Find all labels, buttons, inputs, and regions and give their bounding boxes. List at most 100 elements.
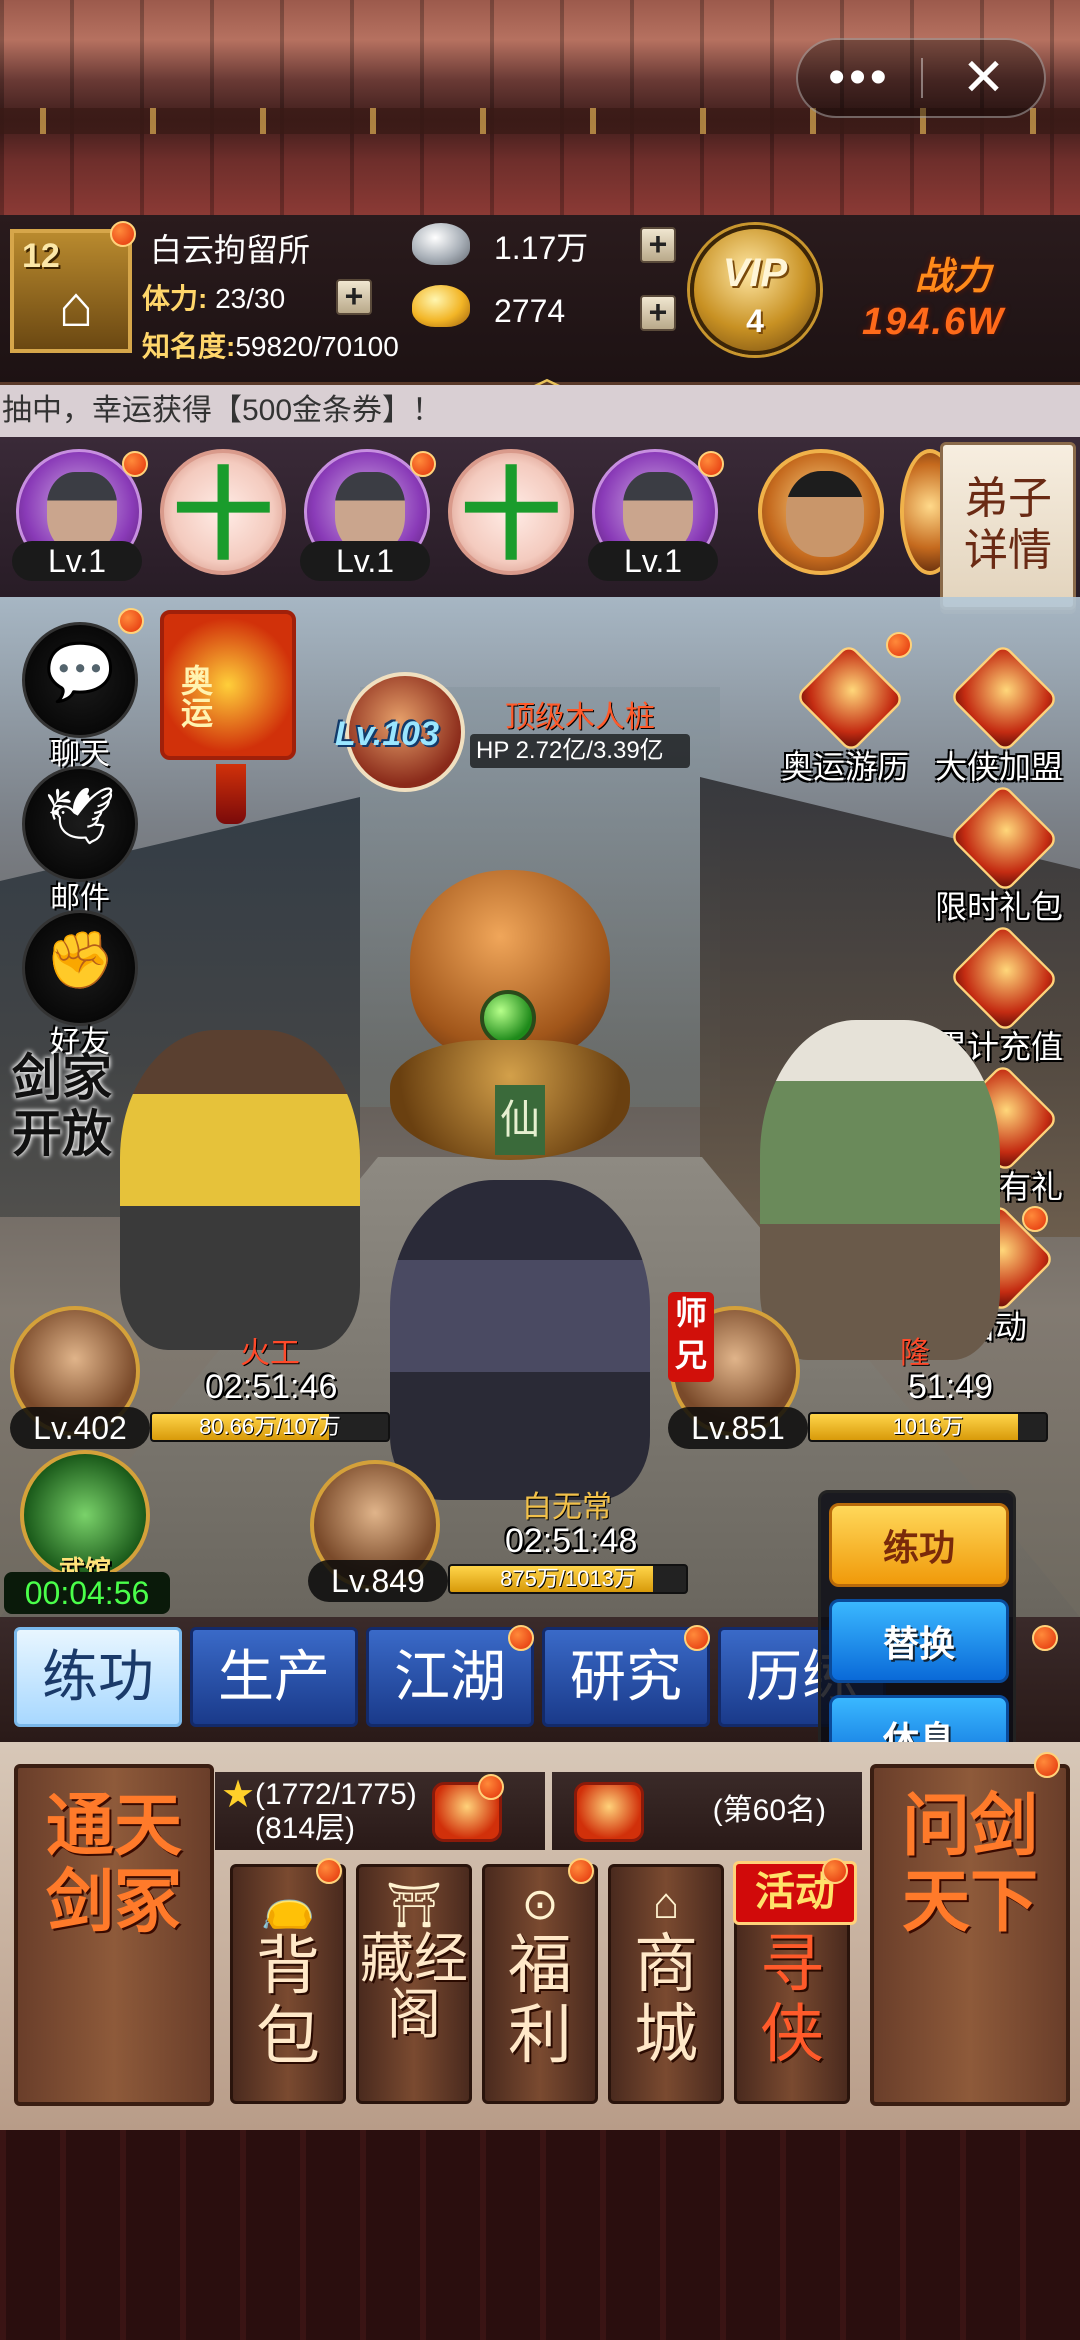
unit-hp-bar-2: 875万/1013万: [448, 1564, 688, 1594]
treasure-icon: [948, 922, 1060, 1034]
tassel-decoration: [216, 764, 246, 824]
disciple-slot-4[interactable]: [758, 449, 884, 575]
fighter-left[interactable]: [120, 1030, 360, 1350]
arena-rank-text: (第60名): [712, 1794, 826, 1827]
disciple-level-2: Lv.1: [300, 541, 430, 581]
dojo-button[interactable]: 武馆: [20, 1450, 150, 1585]
player-level: 12: [22, 237, 60, 275]
add-disciple-slot-2[interactable]: 十: [448, 449, 574, 575]
fighter-center[interactable]: [390, 1180, 650, 1500]
pavilion-icon: ⛩: [386, 1881, 442, 1930]
olympic-event-button[interactable]: 奥运: [160, 610, 296, 824]
unit-timer-2: 02:51:48: [505, 1522, 638, 1560]
unit-hp-text-1: 80.66万/107万: [199, 1414, 341, 1439]
hero-join-button[interactable]: 大侠加盟: [914, 642, 1080, 785]
unit-name-1: 火工: [240, 1337, 300, 1370]
stamina-label: 体力:: [142, 283, 208, 314]
chat-icon: 💬: [45, 640, 115, 703]
notification-dot: [1034, 1752, 1060, 1778]
toad-gem: [480, 990, 536, 1046]
add-stamina-button[interactable]: +: [336, 279, 372, 315]
scripture-pavilion-button[interactable]: ⛩ 藏经阁: [356, 1864, 472, 2104]
chat-button[interactable]: 💬 聊天: [22, 622, 138, 771]
more-button[interactable]: •••: [798, 43, 921, 113]
player-header: 12 ⌂ 白云拘留所 体力: 23/30 + 知名度:59820/70100 1…: [0, 215, 1080, 404]
olympic-travel-button[interactable]: 奥运游历: [760, 642, 930, 785]
unit-hp-bar-3: 1016万: [808, 1412, 1048, 1442]
disciple-portrait: [786, 471, 864, 557]
train-button[interactable]: 练功: [829, 1503, 1009, 1587]
tab-training[interactable]: 练功: [14, 1627, 182, 1727]
notification-dot: [698, 451, 724, 477]
power-label: 战力: [915, 256, 992, 298]
unit-hp-text-2: 875万/1013万: [500, 1566, 636, 1591]
add-gold-button[interactable]: +: [640, 295, 676, 331]
announcement-marquee: 抽中，幸运获得【500金条券】！: [0, 385, 1080, 437]
friends-button[interactable]: ✊ 好友: [22, 910, 138, 1059]
golden-toad: 仙: [390, 870, 630, 1170]
unit-timer-1: 02:51:46: [205, 1368, 338, 1406]
unit-timer-3: 51:49: [908, 1368, 994, 1406]
seek-hero-button[interactable]: 活动 · 寻侠: [733, 1861, 857, 2104]
unit-level-3: Lv.851: [668, 1407, 808, 1449]
welfare-label: 福利: [508, 1929, 572, 2071]
gift-icon[interactable]: [574, 1782, 644, 1842]
notification-dot: [118, 608, 144, 634]
senior-brother-tag: 师兄: [668, 1292, 714, 1382]
house-icon: ⌂: [58, 274, 94, 339]
player-avatar[interactable]: 12 ⌂: [10, 221, 136, 353]
unit-hp-text-3: 1016万: [892, 1414, 964, 1439]
limited-gift-button[interactable]: 限时礼包: [914, 782, 1080, 925]
seek-hero-label: 寻侠: [760, 1928, 824, 2070]
gold-amount: 2774: [494, 293, 566, 329]
notification-dot: [122, 451, 148, 477]
add-silver-button[interactable]: +: [640, 227, 676, 263]
disciple-strip: Lv.1 十 Lv.1 十 Lv.1: [0, 437, 1080, 597]
fist-icon: ✊: [45, 928, 115, 991]
vip-badge[interactable]: VIP 4: [690, 225, 820, 355]
notification-dot: [508, 1625, 534, 1651]
scripture-pavilion-label: 藏经阁: [360, 1929, 468, 2045]
close-button[interactable]: ✕: [923, 48, 1044, 108]
stamina: 体力: 23/30: [142, 277, 285, 317]
coin-icon: ⊙: [521, 1880, 559, 1929]
vip-label: VIP: [722, 251, 788, 295]
footer-decoration: [0, 2130, 1080, 2340]
disciple-detail-button[interactable]: 弟子详情: [940, 442, 1076, 610]
bag-label: 背包: [256, 1930, 320, 2072]
hero-join-label: 大侠加盟: [934, 749, 1063, 785]
boss-level: Lv.103: [335, 715, 439, 753]
unit-name-2: 白无常: [522, 1491, 612, 1524]
plus-icon: 十: [461, 460, 561, 572]
notification-dot: [684, 1625, 710, 1651]
notification-dot: [822, 1858, 848, 1884]
fighter-right[interactable]: [760, 1020, 1000, 1360]
star-icon: ★: [221, 1774, 256, 1816]
shop-label: 商城: [634, 1928, 698, 2070]
sword-tomb-button[interactable]: 通天剑冢: [14, 1764, 214, 2106]
fame: 知名度:59820/70100: [142, 325, 399, 365]
toad-coin: 仙: [495, 1085, 545, 1155]
power-value: 194.6W: [862, 301, 1005, 343]
vip-level: 4: [746, 303, 764, 339]
tab-production[interactable]: 生产: [190, 1627, 358, 1727]
unit-name-3: 隆: [900, 1337, 930, 1370]
bag-icon: 👝: [260, 1881, 316, 1930]
limited-gift-label: 限时礼包: [934, 889, 1063, 925]
welfare-button[interactable]: ⊙ 福利: [482, 1864, 598, 2104]
dove-icon: 🕊: [44, 784, 116, 847]
notification-dot: [886, 632, 912, 658]
notification-dot: [110, 221, 136, 247]
shop-icon: ⌂: [652, 1879, 680, 1928]
boss-hp: HP 2.72亿/3.39亿: [470, 734, 690, 768]
shop-button[interactable]: ⌂ 商城: [608, 1864, 724, 2104]
bag-button[interactable]: 👝 背包: [230, 1864, 346, 2104]
disciple-level-3: Lv.1: [588, 541, 718, 581]
notification-dot: [478, 1774, 504, 1800]
window-capsule: ••• ✕: [796, 38, 1046, 118]
olympic-label: 奥运: [177, 664, 213, 728]
ask-sword-button[interactable]: 问剑天下: [870, 1764, 1070, 2106]
mail-button[interactable]: 🕊 邮件: [22, 766, 138, 915]
replace-button[interactable]: 替换: [829, 1599, 1009, 1683]
add-disciple-slot-1[interactable]: 十: [160, 449, 286, 575]
